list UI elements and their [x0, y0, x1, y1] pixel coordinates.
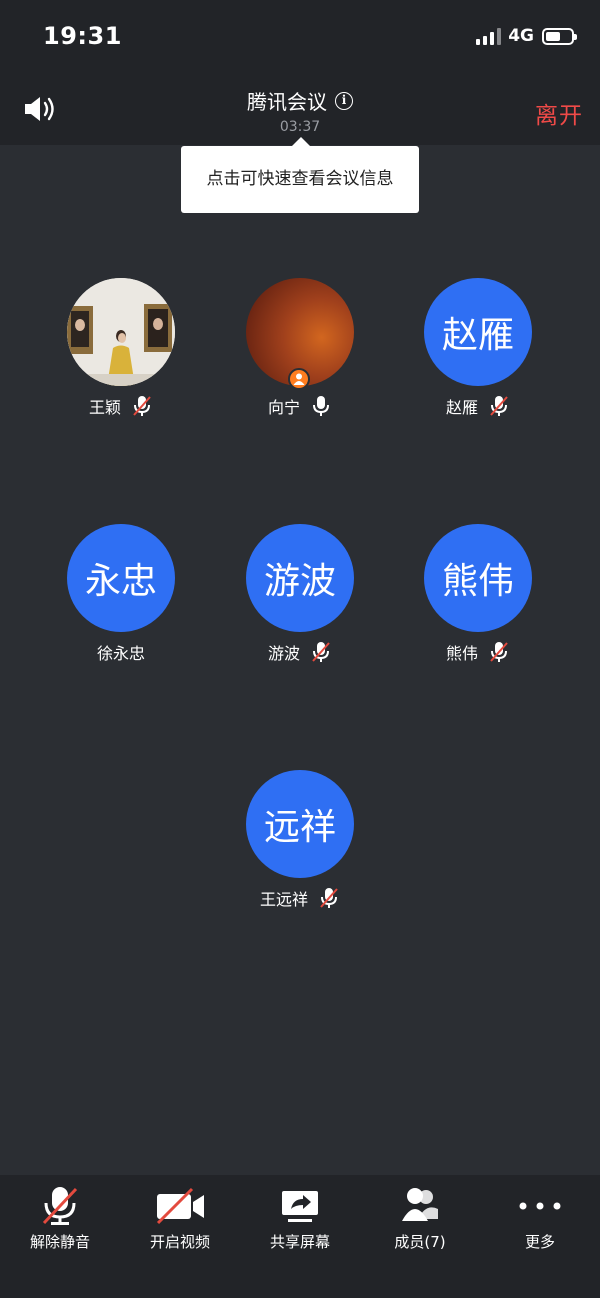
participant-tile[interactable]: 游波 游波	[225, 524, 375, 664]
mic-muted-icon	[490, 642, 508, 662]
participant-name: 徐永忠	[96, 644, 145, 663]
status-indicators: 4G	[476, 24, 577, 48]
leave-button[interactable]: 离开	[535, 96, 583, 130]
meeting-info-tooltip[interactable]: 点击可快速查看会议信息	[181, 137, 419, 213]
participant-name: 向宁	[267, 398, 300, 417]
avatar: 游波	[246, 524, 354, 632]
meeting-title-button[interactable]: 腾讯会议 i	[0, 86, 600, 115]
more-button[interactable]: 更多	[480, 1175, 600, 1298]
battery-icon	[542, 27, 577, 45]
start-video-label: 开启视频	[149, 1233, 210, 1251]
mic-muted-icon	[42, 1187, 78, 1225]
mic-muted-icon	[320, 888, 338, 908]
mic-icon	[313, 396, 329, 416]
avatar: 赵雁	[424, 278, 532, 386]
signal-icon	[476, 27, 502, 45]
more-icon	[519, 1202, 561, 1210]
host-badge-icon	[288, 368, 310, 390]
participant-tile[interactable]: 熊伟 熊伟	[403, 524, 553, 664]
participant-name: 王颖	[88, 398, 121, 417]
members-label: 成员(7)	[394, 1233, 446, 1251]
mic-muted-icon	[312, 642, 330, 662]
video-off-icon	[156, 1187, 204, 1225]
participant-name: 游波	[267, 644, 300, 663]
unmute-button[interactable]: 解除静音	[0, 1175, 120, 1298]
unmute-label: 解除静音	[29, 1233, 90, 1251]
share-screen-button[interactable]: 共享屏幕	[240, 1175, 360, 1298]
members-icon	[402, 1188, 438, 1221]
mic-muted-icon	[490, 396, 508, 416]
participant-tile[interactable]: 永忠 徐永忠	[46, 524, 196, 664]
participant-tile[interactable]: 远祥 王远祥	[225, 770, 375, 910]
participant-name: 熊伟	[445, 644, 478, 663]
share-screen-icon	[282, 1191, 318, 1222]
mic-muted-icon	[133, 396, 151, 416]
participant-tile[interactable]: 赵雁 赵雁	[403, 278, 553, 418]
top-bar: 19:31 4G 腾讯会议 i 03:37 离开	[0, 0, 600, 145]
participant-name: 赵雁	[445, 398, 478, 417]
avatar: 熊伟	[424, 524, 532, 632]
participant-tile[interactable]: 王颖	[46, 278, 196, 418]
members-button[interactable]: 成员(7)	[360, 1175, 480, 1298]
participant-tile[interactable]: 向宁	[225, 278, 375, 418]
bottom-toolbar: 解除静音 开启视频 共享屏幕 成员(7) 更多	[0, 1175, 600, 1298]
avatar: 永忠	[67, 524, 175, 632]
share-screen-label: 共享屏幕	[269, 1233, 330, 1251]
info-icon: i	[335, 91, 353, 110]
start-video-button[interactable]: 开启视频	[120, 1175, 240, 1298]
status-time: 19:31	[43, 22, 122, 50]
meeting-timer: 03:37	[279, 119, 321, 135]
avatar	[67, 278, 175, 386]
more-label: 更多	[524, 1233, 555, 1251]
avatar: 远祥	[246, 770, 354, 878]
participant-name: 王远祥	[259, 890, 308, 909]
meeting-title: 腾讯会议	[247, 90, 327, 114]
network-type: 4G	[508, 26, 534, 46]
avatar-photo	[67, 278, 175, 386]
